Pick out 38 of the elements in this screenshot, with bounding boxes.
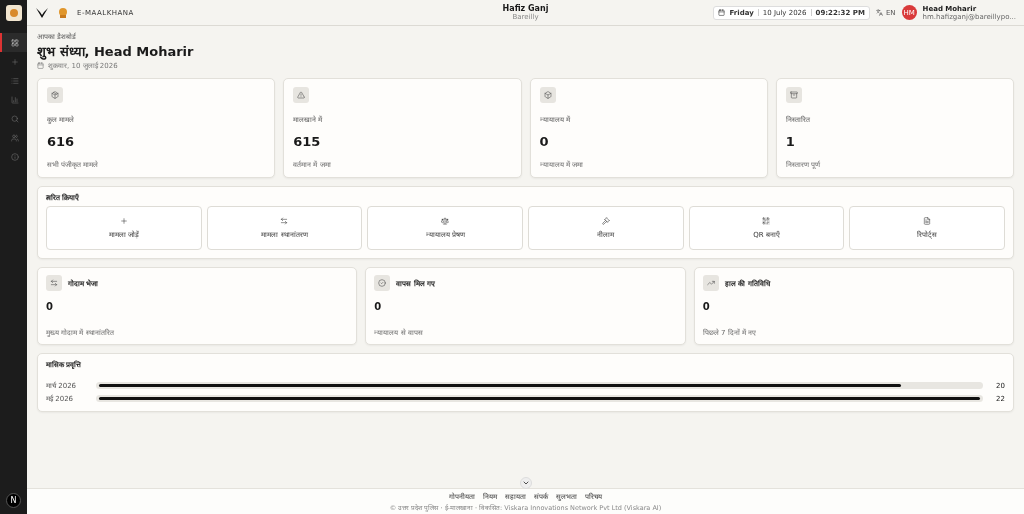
trend-icon: [706, 279, 715, 287]
document-icon: [923, 217, 932, 225]
plus-icon: [10, 57, 19, 66]
plus-icon: [119, 217, 128, 225]
scroll-down-button[interactable]: [519, 477, 532, 489]
list-icon: [10, 76, 19, 85]
horns-logo: [35, 6, 49, 19]
summary-value: 0: [702, 301, 711, 312]
summary-value: 0: [46, 301, 54, 312]
gavel-icon: [601, 217, 610, 225]
swap-arrows-icon: [50, 279, 58, 287]
calendar-icon: [37, 62, 44, 69]
logo: [5, 5, 22, 21]
stat-value: 615: [293, 134, 322, 149]
bar-chart-icon: [10, 95, 19, 104]
check-circle-icon: [378, 279, 387, 287]
archive-icon: [789, 91, 798, 99]
stat-value: 1: [785, 134, 796, 149]
box-icon: [543, 91, 552, 99]
dashboard-icon: [10, 38, 19, 47]
search-icon: [10, 114, 19, 123]
qr-code-icon: [762, 217, 771, 225]
package-icon: [51, 91, 59, 99]
info-icon: [10, 152, 19, 161]
emblem-logo: [57, 6, 69, 19]
summary-value: 0: [374, 301, 383, 312]
chevron-down-icon: [521, 479, 530, 487]
user-badge: N: [6, 493, 21, 508]
stat-value: 0: [539, 134, 550, 149]
swap-arrows-icon: [280, 217, 289, 225]
greeting-title: शुभ संध्या, Head Moharir: [37, 43, 195, 60]
calendar-icon: [718, 9, 726, 16]
scale-icon: [441, 217, 450, 225]
users-icon: [10, 133, 19, 142]
station-name: Hafiz Ganj: [502, 4, 549, 13]
stat-value: 616: [47, 134, 76, 149]
sidebar-item[interactable]: [0, 33, 27, 52]
warning-icon: [297, 91, 306, 99]
